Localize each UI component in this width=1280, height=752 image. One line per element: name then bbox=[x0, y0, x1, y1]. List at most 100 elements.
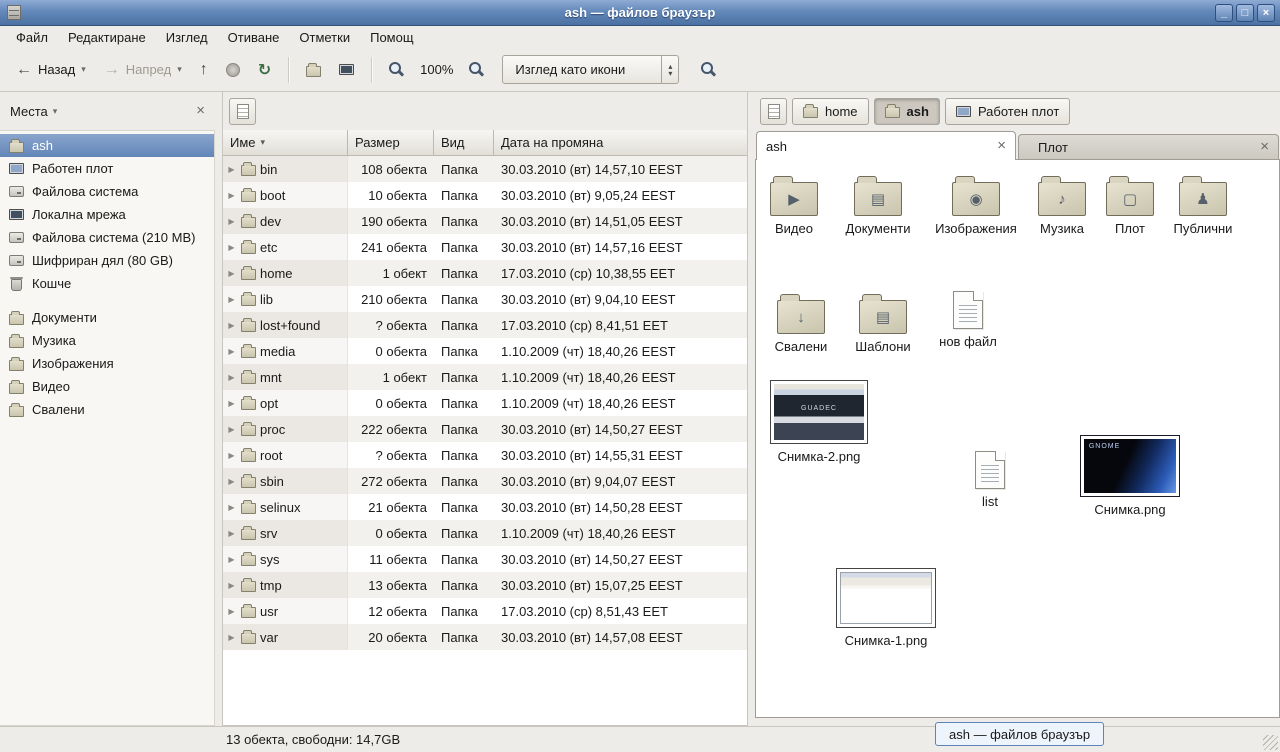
table-row[interactable]: ▶root? обектаПапка30.03.2010 (вт) 14,55,… bbox=[223, 442, 747, 468]
expander-icon[interactable]: ▶ bbox=[226, 165, 237, 174]
table-row[interactable]: ▶home1 обектПапка17.03.2010 (ср) 10,38,5… bbox=[223, 260, 747, 286]
spinner-arrows-icon[interactable]: ▴▾ bbox=[661, 56, 678, 83]
column-header-name[interactable]: Име▾ bbox=[223, 130, 348, 156]
icon-item[interactable]: GNOMEСнимка.png bbox=[1077, 435, 1183, 517]
forward-button[interactable]: → Напред ▾ bbox=[96, 56, 190, 83]
minimize-button[interactable]: _ bbox=[1215, 4, 1233, 22]
icon-item[interactable]: ▶Видео bbox=[749, 175, 839, 236]
sidebar-item[interactable]: Музика bbox=[0, 329, 214, 352]
expander-icon[interactable]: ▶ bbox=[226, 555, 237, 564]
table-row[interactable]: ▶opt0 обектаПапка1.10.2009 (чт) 18,40,26… bbox=[223, 390, 747, 416]
menu-edit[interactable]: Редактиране bbox=[58, 27, 156, 48]
table-row[interactable]: ▶sys11 обектаПапка30.03.2010 (вт) 14,50,… bbox=[223, 546, 747, 572]
table-row[interactable]: ▶srv0 обектаПапка1.10.2009 (чт) 18,40,26… bbox=[223, 520, 747, 546]
sidebar-title[interactable]: Места bbox=[10, 104, 48, 119]
view-mode-select[interactable]: Изглед като икони ▴▾ bbox=[502, 55, 679, 84]
location-toggle-button[interactable] bbox=[760, 98, 787, 125]
icon-item[interactable]: ◉Изображения bbox=[931, 175, 1021, 236]
expander-icon[interactable]: ▶ bbox=[226, 451, 237, 460]
expander-icon[interactable]: ▶ bbox=[226, 321, 237, 330]
reload-button[interactable]: ↻ bbox=[250, 54, 279, 86]
expander-icon[interactable]: ▶ bbox=[226, 243, 237, 252]
path-button-desktop[interactable]: Работен плот bbox=[945, 98, 1070, 125]
close-button[interactable]: × bbox=[1257, 4, 1275, 22]
sidebar-item[interactable]: Работен плот bbox=[0, 157, 214, 180]
table-row[interactable]: ▶boot10 обектаПапка30.03.2010 (вт) 9,05,… bbox=[223, 182, 747, 208]
search-button[interactable] bbox=[695, 56, 722, 83]
icon-item[interactable]: Снимка-1.png bbox=[833, 568, 939, 648]
column-header-type[interactable]: Вид bbox=[434, 130, 494, 156]
expander-icon[interactable]: ▶ bbox=[226, 607, 237, 616]
expander-icon[interactable]: ▶ bbox=[226, 373, 237, 382]
menu-view[interactable]: Изглед bbox=[156, 27, 218, 48]
expander-icon[interactable]: ▶ bbox=[226, 581, 237, 590]
sidebar-item[interactable]: Документи bbox=[0, 306, 214, 329]
tab-ash[interactable]: ash × bbox=[756, 131, 1016, 160]
expander-icon[interactable]: ▶ bbox=[226, 217, 237, 226]
icon-item[interactable]: ▤Документи bbox=[833, 175, 923, 236]
icon-item[interactable]: GUADECСнимка-2.png bbox=[766, 380, 872, 464]
taskbar-window-button[interactable]: ash — файлов браузър bbox=[935, 722, 1104, 746]
path-button-home[interactable]: home bbox=[792, 98, 869, 125]
stop-button[interactable] bbox=[218, 57, 248, 83]
expander-icon[interactable]: ▶ bbox=[226, 399, 237, 408]
sidebar-item[interactable]: ash bbox=[0, 134, 214, 157]
menu-bookmarks[interactable]: Отметки bbox=[289, 27, 360, 48]
expander-icon[interactable]: ▶ bbox=[226, 633, 237, 642]
table-row[interactable]: ▶var20 обектаПапка30.03.2010 (вт) 14,57,… bbox=[223, 624, 747, 650]
table-row[interactable]: ▶mnt1 обектПапка1.10.2009 (чт) 18,40,26 … bbox=[223, 364, 747, 390]
resize-grip[interactable] bbox=[1263, 735, 1278, 750]
sidebar-item[interactable]: Кошче bbox=[0, 272, 214, 295]
table-row[interactable]: ▶lost+found? обектаПапка17.03.2010 (ср) … bbox=[223, 312, 747, 338]
tab-plot[interactable]: Плот × bbox=[1018, 134, 1279, 159]
home-button[interactable] bbox=[298, 57, 329, 83]
expander-icon[interactable]: ▶ bbox=[226, 295, 237, 304]
table-row[interactable]: ▶lib210 обектаПапка30.03.2010 (вт) 9,04,… bbox=[223, 286, 747, 312]
sidebar-item[interactable]: Видео bbox=[0, 375, 214, 398]
expander-icon[interactable]: ▶ bbox=[226, 425, 237, 434]
up-button[interactable]: ↑ bbox=[192, 57, 216, 83]
zoom-in-button[interactable] bbox=[461, 56, 492, 83]
table-row[interactable]: ▶usr12 обектаПапка17.03.2010 (ср) 8,51,4… bbox=[223, 598, 747, 624]
expander-icon[interactable]: ▶ bbox=[226, 477, 237, 486]
menu-file[interactable]: Файл bbox=[6, 27, 58, 48]
table-row[interactable]: ▶bin108 обектаПапка30.03.2010 (вт) 14,57… bbox=[223, 156, 747, 182]
icon-item[interactable]: ▤Шаблони bbox=[838, 293, 928, 354]
expander-icon[interactable]: ▶ bbox=[226, 503, 237, 512]
back-button[interactable]: ← Назад ▾ bbox=[8, 56, 94, 83]
table-row[interactable]: ▶sbin272 обектаПапка30.03.2010 (вт) 9,04… bbox=[223, 468, 747, 494]
chevron-down-icon[interactable]: ▾ bbox=[53, 106, 58, 117]
tab-close-icon[interactable]: × bbox=[997, 139, 1006, 153]
table-row[interactable]: ▶tmp13 обектаПапка30.03.2010 (вт) 15,07,… bbox=[223, 572, 747, 598]
pane-resize-handle[interactable] bbox=[215, 92, 222, 726]
column-header-size[interactable]: Размер bbox=[348, 130, 434, 156]
menu-go[interactable]: Отиване bbox=[218, 27, 290, 48]
table-row[interactable]: ▶dev190 обектаПапка30.03.2010 (вт) 14,51… bbox=[223, 208, 747, 234]
table-row[interactable]: ▶proc222 обектаПапка30.03.2010 (вт) 14,5… bbox=[223, 416, 747, 442]
menu-help[interactable]: Помощ bbox=[360, 27, 423, 48]
expander-icon[interactable]: ▶ bbox=[226, 347, 237, 356]
sidebar-item[interactable]: Изображения bbox=[0, 352, 214, 375]
column-header-date[interactable]: Дата на промяна bbox=[494, 130, 747, 156]
sidebar-item[interactable]: Локална мрежа bbox=[0, 203, 214, 226]
expander-icon[interactable]: ▶ bbox=[226, 529, 237, 538]
tab-close-icon[interactable]: × bbox=[1260, 140, 1269, 154]
location-toggle-button[interactable] bbox=[229, 98, 256, 125]
expander-icon[interactable]: ▶ bbox=[226, 191, 237, 200]
titlebar[interactable]: ash — файлов браузър _ □ × bbox=[0, 0, 1280, 26]
sidebar-item[interactable]: Файлова система bbox=[0, 180, 214, 203]
icon-item[interactable]: ↓Свалени bbox=[756, 293, 846, 354]
icon-item[interactable]: list bbox=[945, 448, 1035, 509]
table-row[interactable]: ▶etc241 обектаПапка30.03.2010 (вт) 14,57… bbox=[223, 234, 747, 260]
maximize-button[interactable]: □ bbox=[1236, 4, 1254, 22]
sidebar-item[interactable]: Файлова система (210 MB) bbox=[0, 226, 214, 249]
icon-item[interactable]: ♟Публични bbox=[1158, 175, 1248, 236]
sidebar-item[interactable]: Шифриран дял (80 GB) bbox=[0, 249, 214, 272]
path-button-ash[interactable]: ash bbox=[874, 98, 940, 125]
sidebar-close-icon[interactable]: × bbox=[196, 104, 205, 118]
table-row[interactable]: ▶selinux21 обектаПапка30.03.2010 (вт) 14… bbox=[223, 494, 747, 520]
icon-item[interactable]: нов файл bbox=[923, 288, 1013, 349]
computer-button[interactable] bbox=[331, 58, 362, 81]
zoom-out-button[interactable] bbox=[381, 56, 412, 83]
expander-icon[interactable]: ▶ bbox=[226, 269, 237, 278]
